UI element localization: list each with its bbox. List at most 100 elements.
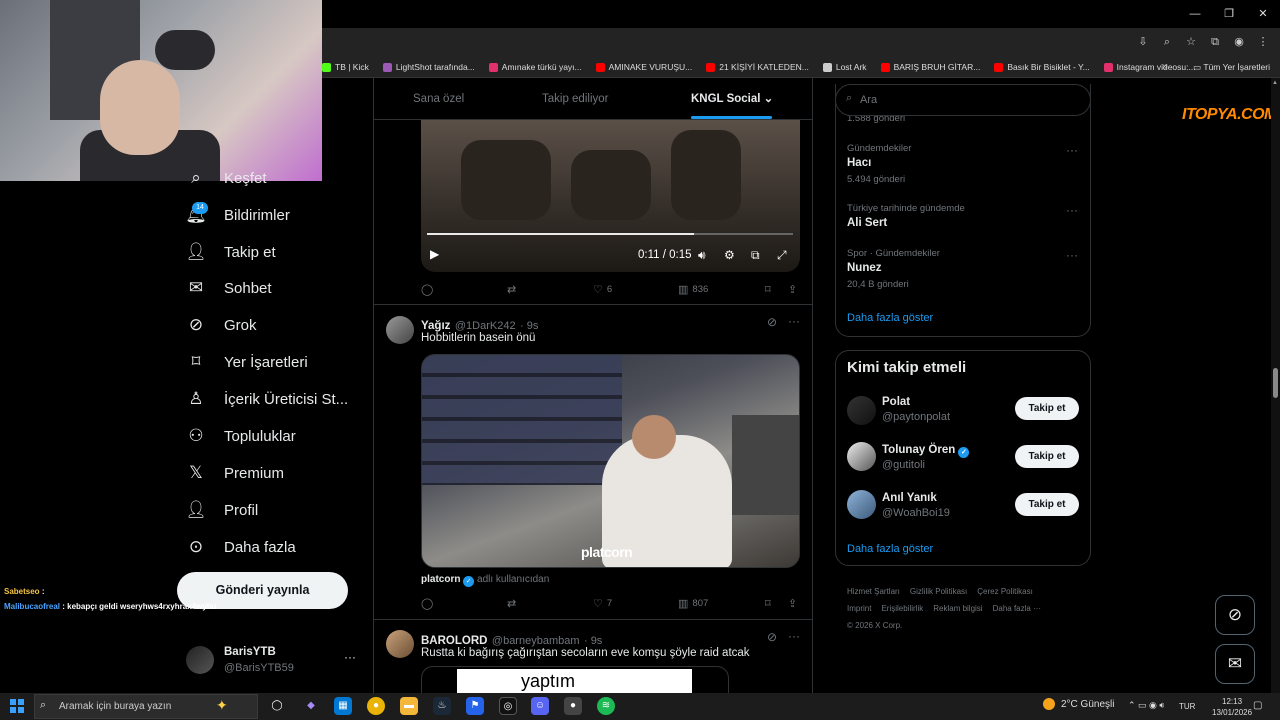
video-source[interactable]: platcorn ✓ adlı kullanıcıdan <box>421 574 549 587</box>
trend-name[interactable]: Nunez <box>847 262 882 274</box>
more-dots-icon[interactable]: ··· <box>788 314 800 328</box>
pip-icon[interactable]: ⧉ <box>751 248 760 263</box>
repost-button[interactable]: ⇄ <box>507 283 520 296</box>
bookmark-item[interactable]: TB | Kick <box>322 62 369 72</box>
more-dots-icon[interactable]: ··· <box>1066 203 1078 217</box>
tweet-video[interactable] <box>421 120 800 272</box>
store-icon[interactable]: ▦ <box>334 697 352 715</box>
notification-center-icon[interactable]: ▢ <box>1253 700 1262 711</box>
show-more-link[interactable]: Daha fazla göster <box>847 312 933 324</box>
discord-icon[interactable]: ☺ <box>531 697 549 715</box>
bookmark-item[interactable]: BARIŞ BRUH GİTAR... <box>880 62 980 72</box>
tweet-author-handle[interactable]: @1DarK242 <box>455 320 516 332</box>
repost-button[interactable]: ⇄ <box>507 597 520 610</box>
scrollbar-thumb[interactable] <box>1273 368 1278 398</box>
tweet-time[interactable]: · 9s <box>584 635 602 647</box>
avatar[interactable] <box>847 490 876 519</box>
windows-start-icon[interactable] <box>10 699 24 713</box>
all-bookmarks-folder[interactable]: ▭ Tüm Yer İşaretleri <box>1193 56 1270 78</box>
bookmark-button[interactable]: ⌑ <box>765 597 771 610</box>
avatar[interactable] <box>847 396 876 425</box>
folder-icon[interactable]: ▬ <box>400 697 418 715</box>
tab-for-you[interactable]: Sana özel <box>413 78 464 120</box>
bookmark-item[interactable]: AMINAKE VURUŞU... <box>595 62 692 72</box>
like-button[interactable]: ♡ 7 <box>593 597 612 610</box>
nav-item-person[interactable]: 👤︎ Profil <box>185 492 258 528</box>
task-view-icon[interactable]: ◯ <box>268 697 286 715</box>
profile-handle[interactable]: @BarisYTB59 <box>224 662 294 674</box>
bookmark-item[interactable]: 21 KİŞİYİ KATLEDEN... <box>706 62 809 72</box>
weather-widget[interactable]: 2°C Güneşli <box>1043 698 1114 710</box>
tweet-video[interactable] <box>421 354 800 568</box>
grok-icon[interactable]: ⊘ <box>767 315 777 329</box>
tweet-author-handle[interactable]: @barneybambam <box>492 635 580 647</box>
install-icon[interactable]: ⇩ <box>1134 33 1152 51</box>
settings-icon[interactable]: ⚙ <box>724 248 735 262</box>
nav-item-x-logo[interactable]: 𝕏 Premium <box>186 455 284 491</box>
grok-button[interactable]: ⊘ <box>1215 595 1255 635</box>
minimize-button[interactable]: — <box>1178 0 1212 28</box>
grok-icon[interactable]: ⊘ <box>767 630 777 644</box>
scroll-up-arrow-icon[interactable]: ▲ <box>1272 80 1278 86</box>
share-button[interactable]: ⇪ <box>788 597 797 610</box>
star-icon[interactable]: ☆ <box>1182 33 1200 51</box>
follow-handle[interactable]: @gutitoli <box>882 459 925 471</box>
app-icon[interactable]: ◎ <box>499 697 517 715</box>
nav-item-bookmark[interactable]: ⌑ Yer İşaretleri <box>186 344 308 380</box>
nav-item-grok[interactable]: ⊘ Grok <box>186 307 257 343</box>
trend-name[interactable]: Ali Sert <box>847 217 887 229</box>
tweet-author-name[interactable]: Yağız <box>421 320 450 332</box>
footer-link[interactable]: Imprint <box>847 604 871 613</box>
volume-icon[interactable]: 🔊︎ <box>698 248 706 263</box>
footer-link[interactable]: Erişilebilirlik <box>881 604 923 613</box>
trend-name[interactable]: Hacı <box>847 157 871 169</box>
footer-link[interactable]: © 2026 X Corp. <box>847 621 902 630</box>
steam-icon[interactable]: ♨ <box>433 697 451 715</box>
profile-icon[interactable]: ◉ <box>1230 33 1248 51</box>
share-button[interactable]: ⇪ <box>788 283 797 296</box>
show-more-link[interactable]: Daha fazla göster <box>847 543 933 555</box>
nav-item-envelope[interactable]: ✉ Sohbet <box>186 270 272 306</box>
follow-handle[interactable]: @paytonpolat <box>882 411 950 423</box>
nav-item-more-circle[interactable]: ⊙ Daha fazla <box>186 529 296 565</box>
app-icon[interactable]: ◆ <box>302 697 320 715</box>
more-dots-icon[interactable]: ··· <box>344 650 356 664</box>
reply-button[interactable]: ◯ <box>421 283 437 296</box>
app-icon[interactable]: ⚑ <box>466 697 484 715</box>
close-button[interactable]: ✕ <box>1246 0 1280 28</box>
like-button[interactable]: ♡ 6 <box>593 283 612 296</box>
follow-button[interactable]: Takip et <box>1015 445 1079 468</box>
messages-button[interactable]: ✉ <box>1215 644 1255 684</box>
footer-link[interactable]: Hizmet Şartları <box>847 587 900 596</box>
avatar[interactable] <box>386 630 414 658</box>
nav-item-creator[interactable]: ♙ İçerik Üreticisi St... <box>186 381 348 417</box>
bookmark-button[interactable]: ⌑ <box>765 283 771 296</box>
follow-name[interactable]: Tolunay Ören ✓ <box>882 444 970 458</box>
follow-handle[interactable]: @WoahBoi19 <box>882 507 950 519</box>
follow-name[interactable]: Anıl Yanık <box>882 492 937 504</box>
footer-link[interactable]: Gizlilik Politikası <box>910 587 967 596</box>
views-button[interactable]: ▥ 836 <box>678 283 708 296</box>
source-name[interactable]: platcorn <box>421 574 460 585</box>
reply-button[interactable]: ◯ <box>421 597 437 610</box>
more-dots-icon[interactable]: ··· <box>1066 248 1078 262</box>
nav-item-search[interactable]: ⌕ Keşfet <box>186 160 266 196</box>
clock[interactable]: 12:13 13/01/2026 <box>1212 696 1252 718</box>
system-tray-icons[interactable]: ⌃ ▭ ◉ 🔉︎ <box>1128 700 1165 711</box>
spotify-icon[interactable]: ≋ <box>597 697 615 715</box>
follow-name[interactable]: Polat <box>882 396 910 408</box>
avatar[interactable] <box>847 442 876 471</box>
tweet-author-name[interactable]: BAROLORD <box>421 635 487 647</box>
follow-button[interactable]: Takip et <box>1015 397 1079 420</box>
views-button[interactable]: ▥ 807 <box>678 597 708 610</box>
copilot-sparkle-icon[interactable]: ✦ <box>216 697 228 714</box>
footer-link[interactable]: Çerez Politikası <box>977 587 1033 596</box>
bookmark-item[interactable]: Amınake türkü yayı... <box>488 62 582 72</box>
avatar[interactable] <box>186 646 214 674</box>
footer-link[interactable]: Daha fazla ··· <box>993 604 1041 613</box>
bookmark-item[interactable]: Lost Ark <box>822 62 867 72</box>
fullscreen-icon[interactable]: ⤢ <box>777 248 787 263</box>
bookmark-item[interactable]: Basık Bir Bisiklet - Y... <box>994 62 1090 72</box>
chrome-icon[interactable]: ● <box>564 697 582 715</box>
play-icon[interactable]: ▶ <box>430 247 439 261</box>
